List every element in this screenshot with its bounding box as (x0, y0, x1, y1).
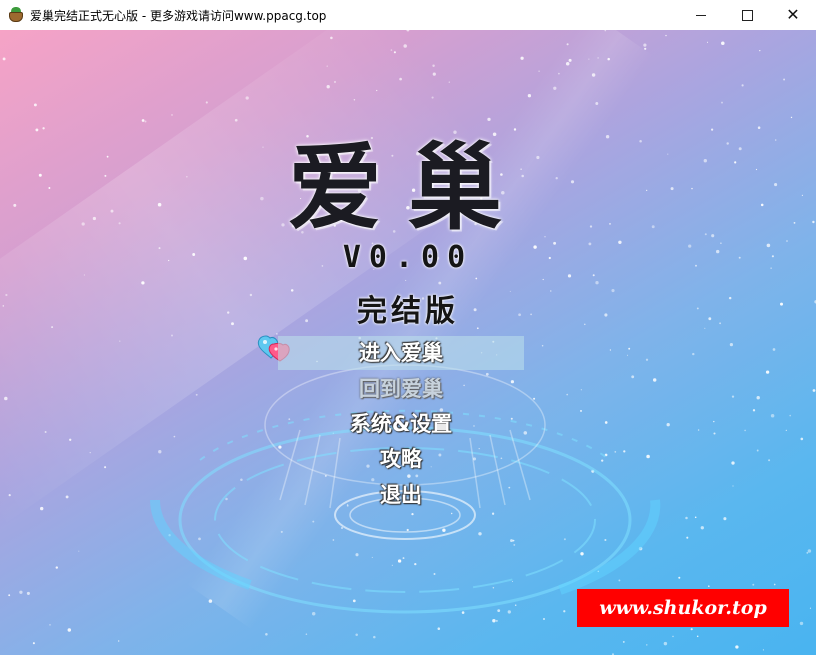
window-title: 爱巢完结正式无心版 - 更多游戏请访问www.ppacg.top (30, 8, 327, 23)
watermark-text: www.shukor.top (599, 597, 767, 619)
minimize-button[interactable] (678, 0, 724, 30)
close-icon: ✕ (786, 5, 800, 24)
app-icon (8, 7, 24, 23)
maximize-button[interactable] (724, 0, 770, 30)
window-controls: ✕ (678, 0, 816, 30)
close-button[interactable]: ✕ (770, 0, 816, 30)
game-window: 爱巢完结正式无心版 - 更多游戏请访问www.ppacg.top ✕ 爱巢 V0… (0, 0, 816, 655)
game-viewport[interactable]: 爱巢 V0.00 完结版 进入爱巢 回到爱巢 系统&设置 攻略 退出 www.s… (0, 30, 816, 655)
menu-item-system-settings[interactable]: 系统&设置 (278, 407, 524, 441)
menu-item-guide[interactable]: 攻略 (278, 442, 524, 476)
menu-item-continue[interactable]: 回到爱巢 (278, 372, 524, 406)
game-logo-title: 爱巢 (287, 133, 528, 243)
watermark-banner: www.shukor.top (577, 589, 789, 627)
version-label: V0.00 (342, 240, 474, 275)
edition-subtitle: 完结版 (357, 294, 459, 329)
menu-item-enter[interactable]: 进入爱巢 (278, 336, 524, 370)
title-bar[interactable]: 爱巢完结正式无心版 - 更多游戏请访问www.ppacg.top ✕ (0, 0, 816, 30)
minimize-icon (696, 14, 706, 16)
maximize-icon (741, 9, 753, 21)
menu-item-exit[interactable]: 退出 (278, 478, 524, 512)
